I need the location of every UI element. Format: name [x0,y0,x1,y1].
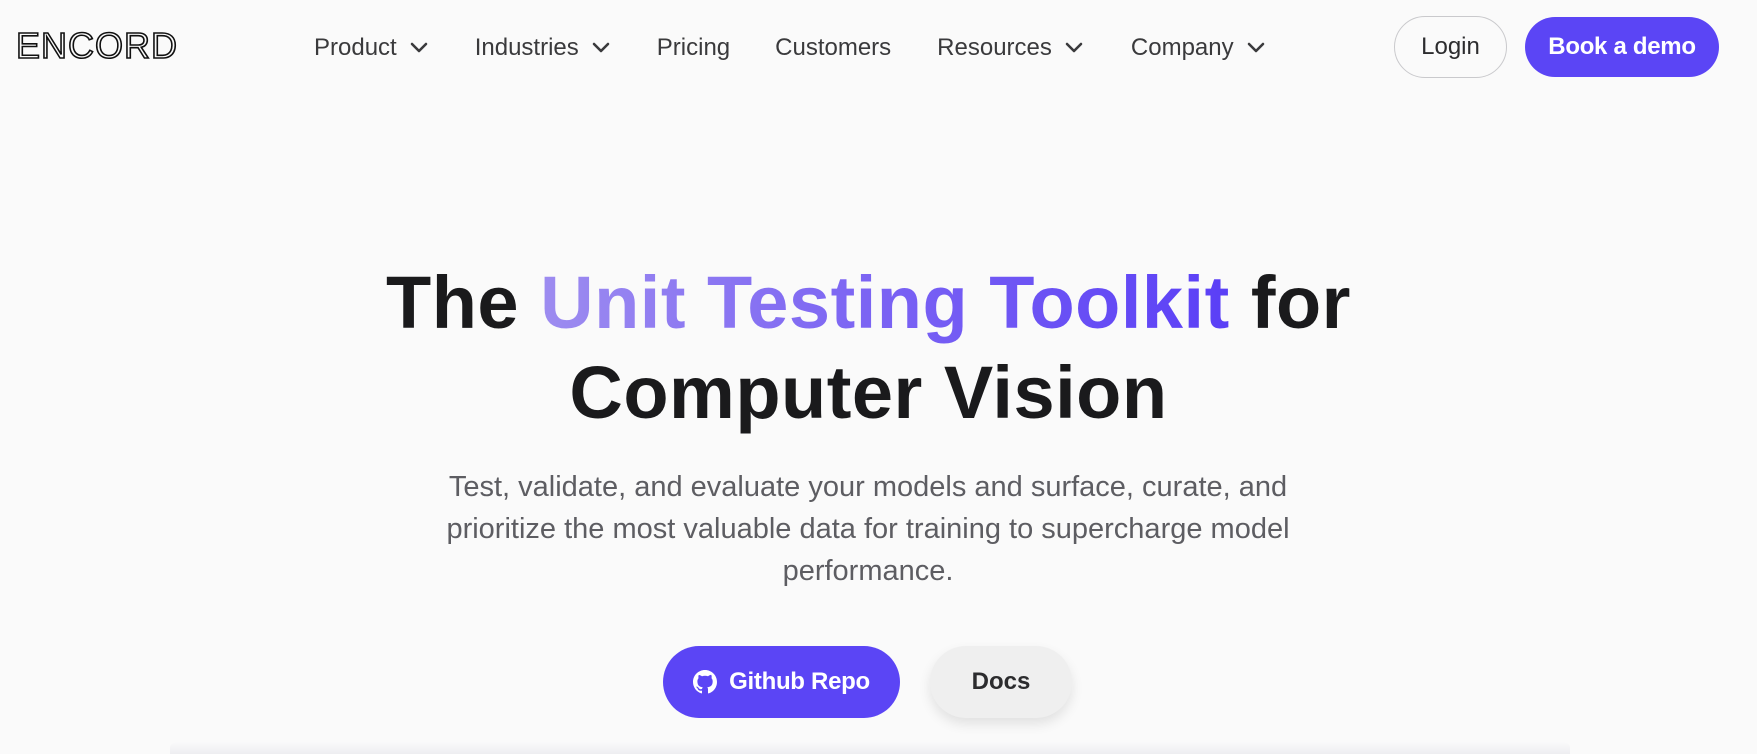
login-button[interactable]: Login [1394,16,1507,78]
nav-item-industries[interactable]: Industries [475,34,611,62]
hero-title-line-1: The Unit Testing Toolkit for [0,258,1737,348]
nav-item-label: Customers [775,34,892,61]
nav-item-label: Resources [937,34,1052,61]
hero-title-highlight: Unit Testing Toolkit [540,261,1230,344]
nav-item-label: Industries [474,34,579,61]
page: ENCORD Product Industries Pricing Custom… [0,0,1757,754]
nav-item-product[interactable]: Product [314,34,429,62]
nav-item-label: Pricing [656,34,731,61]
nav-item-pricing[interactable]: Pricing [657,34,730,62]
chevron-down-icon [409,38,429,58]
chevron-down-icon [1064,38,1084,58]
github-icon [693,670,718,694]
nav-item-company[interactable]: Company [1131,34,1266,62]
logo-text: ENCORD [16,27,178,65]
content-card-edge [170,742,1570,754]
encord-logo[interactable]: ENCORD [16,27,210,65]
hero-subtitle: Test, validate, and evaluate your models… [446,471,1290,587]
hero-title-line-2: Computer Vision [569,351,1168,434]
chevron-down-icon [1246,38,1266,58]
docs-button[interactable]: Docs [930,646,1072,718]
chevron-down-icon [591,38,611,58]
nav-item-label: Company [1130,34,1234,61]
hero-title-suffix: for [1250,261,1351,344]
nav-item-resources[interactable]: Resources [937,34,1084,62]
top-navbar: ENCORD Product Industries Pricing Custom… [0,0,1757,94]
hero-title-prefix: The [386,261,520,344]
hero-title: The Unit Testing Toolkit for Computer Vi… [0,258,1737,438]
main-nav: Product Industries Pricing Customers Res… [314,28,1266,68]
nav-item-label: Product [314,34,397,61]
github-repo-label: Github Repo [729,668,870,695]
nav-item-customers[interactable]: Customers [775,34,891,62]
book-demo-button[interactable]: Book a demo [1525,17,1719,77]
github-repo-button[interactable]: Github Repo [663,646,900,718]
